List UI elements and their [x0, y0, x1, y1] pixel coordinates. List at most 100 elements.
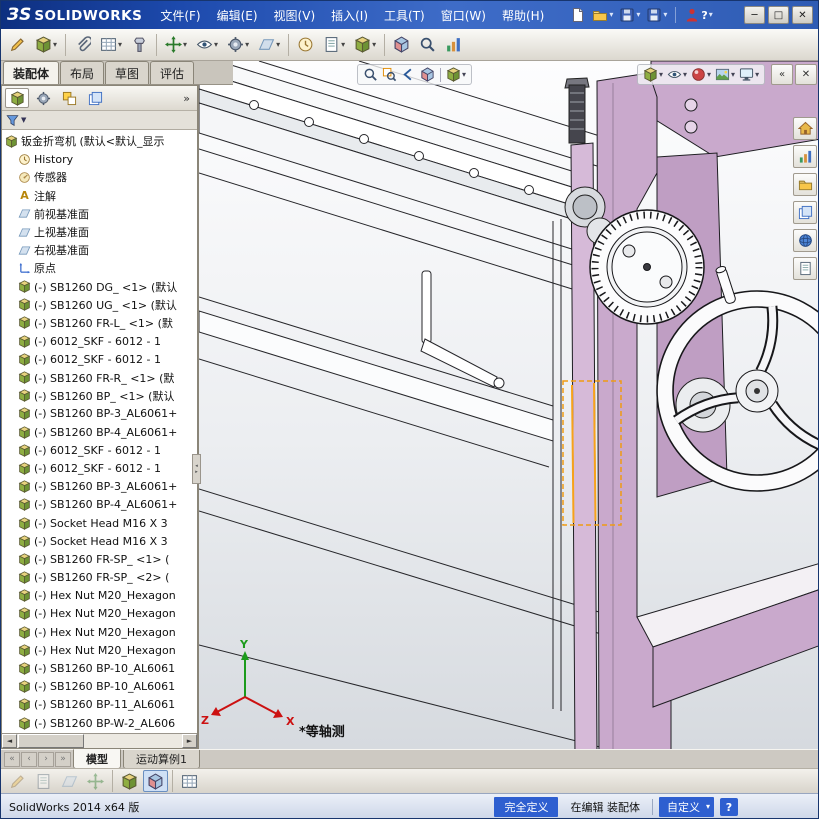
- tree-filter-bar[interactable]: ▼: [2, 111, 197, 130]
- previous-view-button[interactable]: [400, 66, 417, 83]
- tree-component-row[interactable]: (-) Socket Head M16 X 3: [2, 514, 197, 532]
- tree-top-plane-row[interactable]: 上视基准面: [2, 223, 197, 241]
- design-library-tab[interactable]: [793, 145, 817, 168]
- menu-item[interactable]: 窗口(W): [433, 3, 494, 28]
- tab-layout[interactable]: 布局: [60, 61, 105, 84]
- new-document-button[interactable]: [568, 6, 588, 24]
- tree-component-row[interactable]: (-) SB1260 BP-W-2_AL606: [2, 714, 197, 732]
- zoom-fit-button[interactable]: [362, 66, 379, 83]
- show-hide-components-button[interactable]: ▾: [192, 32, 222, 58]
- menu-item[interactable]: 视图(V): [266, 3, 324, 28]
- tree-component-row[interactable]: (-) SB1260 BP_ <1> (默认: [2, 387, 197, 405]
- maximize-button[interactable]: □: [768, 6, 789, 24]
- interference-detection-button[interactable]: [389, 32, 414, 58]
- tree-component-row[interactable]: (-) SB1260 BP-4_AL6061+: [2, 496, 197, 514]
- apply-scene-button[interactable]: ▾: [714, 66, 736, 83]
- mate-button[interactable]: [70, 32, 95, 58]
- save-button[interactable]: ▾: [617, 6, 642, 24]
- scrollbar-thumb[interactable]: [18, 734, 84, 748]
- menu-item[interactable]: 编辑(E): [209, 3, 266, 28]
- tree-component-row[interactable]: (-) SB1260 FR-SP_ <1> (: [2, 550, 197, 568]
- sketch-button[interactable]: [5, 770, 30, 792]
- tree-annotations-row[interactable]: A 注解: [2, 187, 197, 205]
- shaded-with-edges-button[interactable]: [143, 770, 168, 792]
- custom-properties-tab[interactable]: [793, 257, 817, 280]
- linear-pattern-button[interactable]: ▾: [96, 32, 126, 58]
- tree-component-row[interactable]: (-) 6012_SKF - 6012 - 1: [2, 441, 197, 459]
- panel-tab-overflow-button[interactable]: »: [183, 92, 194, 105]
- file-explorer-tab[interactable]: [793, 173, 817, 196]
- tree-component-row[interactable]: (-) SB1260 BP-10_AL6061: [2, 678, 197, 696]
- tree-component-row[interactable]: (-) SB1260 BP-10_AL6061: [2, 659, 197, 677]
- featuremanager-tree-tab[interactable]: [5, 88, 29, 108]
- sketch-plane-button[interactable]: [57, 770, 82, 792]
- hide-show-items-button[interactable]: ▾: [666, 66, 688, 83]
- tab-scroll-next-button[interactable]: ›: [38, 751, 54, 767]
- tab-scroll-last-button[interactable]: »: [55, 751, 71, 767]
- tree-front-plane-row[interactable]: 前视基准面: [2, 205, 197, 223]
- tree-component-row[interactable]: (-) Hex Nut M20_Hexagon: [2, 587, 197, 605]
- tab-motion-study-1[interactable]: 运动算例1: [123, 749, 200, 769]
- displaymanager-tab[interactable]: [83, 88, 107, 108]
- tree-component-row[interactable]: (-) SB1260 BP-11_AL6061: [2, 696, 197, 714]
- reference-geometry-button[interactable]: ▾: [254, 32, 284, 58]
- tree-sensors-row[interactable]: 传感器: [2, 168, 197, 186]
- panel-splitter[interactable]: ◂ ▸: [192, 454, 201, 484]
- custom-toolbar-select[interactable]: 自定义 ▾: [658, 797, 714, 817]
- tree-component-row[interactable]: (-) 6012_SKF - 6012 - 1: [2, 350, 197, 368]
- tree-component-row[interactable]: (-) SB1260 FR-R_ <1> (默: [2, 368, 197, 386]
- tab-sketch[interactable]: 草图: [105, 61, 150, 84]
- view-orientation-quick-button[interactable]: [117, 770, 142, 792]
- menu-item[interactable]: 文件(F): [152, 3, 208, 28]
- scrollbar-track[interactable]: [84, 734, 182, 748]
- exploded-view-button[interactable]: ▾: [350, 32, 380, 58]
- tree-component-row[interactable]: (-) 6012_SKF - 6012 - 1: [2, 459, 197, 477]
- propertymanager-tab[interactable]: [31, 88, 55, 108]
- configurationmanager-tab[interactable]: [57, 88, 81, 108]
- tree-component-row[interactable]: (-) Hex Nut M20_Hexagon: [2, 605, 197, 623]
- status-help-button[interactable]: ?: [720, 798, 738, 816]
- tree-component-row[interactable]: (-) SB1260 BP-3_AL6061+: [2, 405, 197, 423]
- graphics-viewport[interactable]: Y X Z ▾ ▾ ▾ ▾ ▾ ▾ « ✕ *等轴测: [198, 61, 819, 749]
- scroll-left-button[interactable]: ◄: [2, 734, 17, 748]
- tree-component-row[interactable]: (-) SB1260 BP-3_AL6061+: [2, 478, 197, 496]
- edit-component-button[interactable]: [5, 32, 30, 58]
- bill-of-materials-button[interactable]: ▾: [319, 32, 349, 58]
- view-orientation-button[interactable]: ▾: [445, 66, 467, 83]
- tab-assembly[interactable]: 装配体: [3, 61, 60, 84]
- appearances-scenes-tab[interactable]: [793, 229, 817, 252]
- tree-component-row[interactable]: (-) Hex Nut M20_Hexagon: [2, 623, 197, 641]
- tab-scroll-first-button[interactable]: «: [4, 751, 20, 767]
- tree-horizontal-scrollbar[interactable]: ◄ ►: [2, 733, 197, 748]
- tree-component-row[interactable]: (-) SB1260 FR-SP_ <2> (: [2, 569, 197, 587]
- clearance-verification-button[interactable]: [415, 32, 440, 58]
- display-style-button[interactable]: ▾: [642, 66, 664, 83]
- solidworks-resources-tab[interactable]: [793, 117, 817, 140]
- tab-scroll-prev-button[interactable]: ‹: [21, 751, 37, 767]
- view-palette-tab[interactable]: [793, 201, 817, 224]
- menu-item[interactable]: 插入(I): [323, 3, 376, 28]
- menu-item[interactable]: 帮助(H): [494, 3, 552, 28]
- sketch-pattern-button[interactable]: [83, 770, 108, 792]
- edit-appearance-button[interactable]: ▾: [690, 66, 712, 83]
- tree-component-row[interactable]: (-) SB1260 UG_ <1> (默认: [2, 296, 197, 314]
- view-settings-button[interactable]: ▾: [738, 66, 760, 83]
- adjusting-screw[interactable]: [564, 77, 590, 144]
- tree-component-row[interactable]: (-) SB1260 BP-4_AL6061+: [2, 423, 197, 441]
- tree-origin-row[interactable]: 原点: [2, 259, 197, 277]
- tab-model[interactable]: 模型: [73, 748, 121, 769]
- insert-components-button[interactable]: ▾: [31, 32, 61, 58]
- tree-right-plane-row[interactable]: 右视基准面: [2, 241, 197, 259]
- save-all-button[interactable]: ▾: [644, 6, 669, 24]
- task-pane-collapse-button[interactable]: «: [771, 64, 793, 85]
- move-component-button[interactable]: ▾: [161, 32, 191, 58]
- grid-system-button[interactable]: [177, 770, 202, 792]
- tree-component-row[interactable]: (-) Hex Nut M20_Hexagon: [2, 641, 197, 659]
- smart-fasteners-button[interactable]: [127, 32, 152, 58]
- open-button[interactable]: ▾: [590, 6, 615, 24]
- assembly-features-button[interactable]: ▾: [223, 32, 253, 58]
- zoom-area-button[interactable]: [381, 66, 398, 83]
- tree-component-row[interactable]: (-) Socket Head M16 X 3: [2, 532, 197, 550]
- model-canvas[interactable]: Y X Z: [199, 61, 819, 749]
- tree-component-row[interactable]: (-) SB1260 FR-L_ <1> (默: [2, 314, 197, 332]
